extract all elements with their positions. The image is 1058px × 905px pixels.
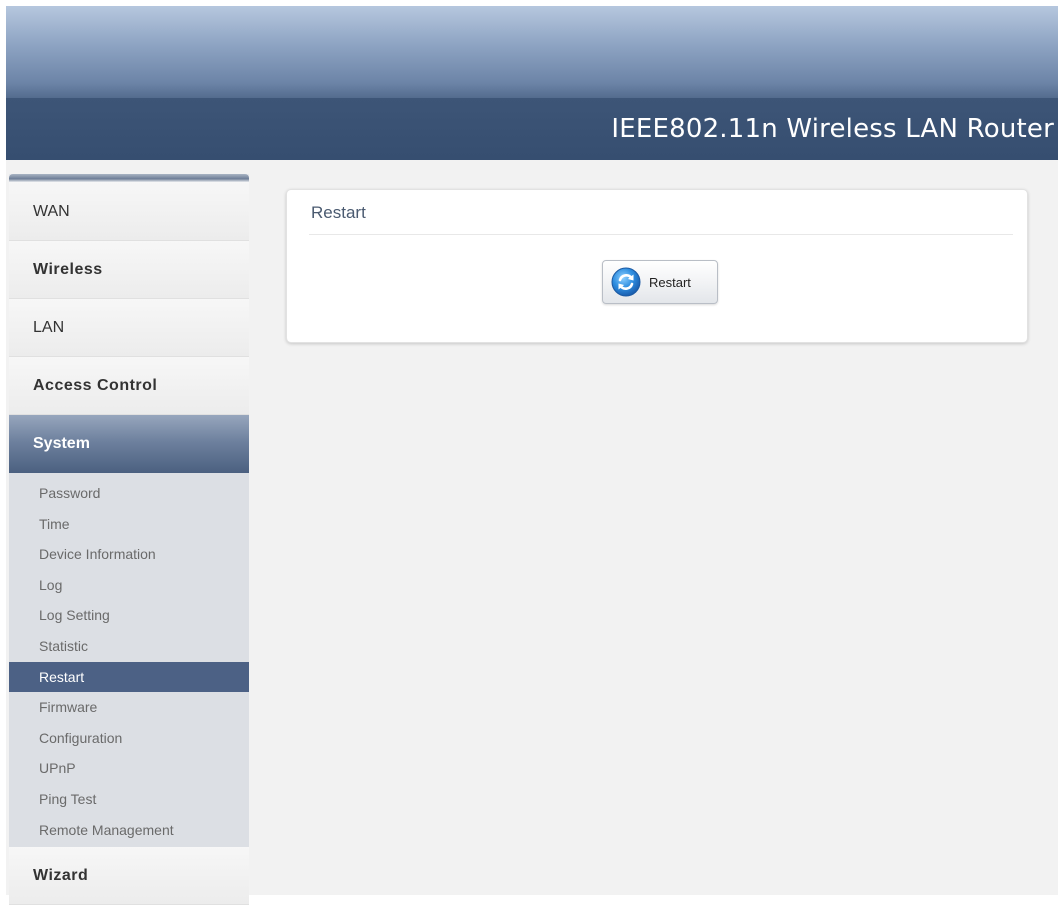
submenu-item-password[interactable]: Password: [9, 478, 249, 509]
restart-panel: Restart Restart: [286, 189, 1028, 343]
restart-button-label: Restart: [649, 274, 691, 290]
panel-title: Restart: [311, 203, 366, 222]
restart-button[interactable]: Restart: [602, 260, 718, 304]
sidebar: WAN Wireless LAN Access Control System P…: [9, 174, 249, 905]
submenu-item-upnp[interactable]: UPnP: [9, 753, 249, 784]
router-title: IEEE802.11n Wireless LAN Router: [611, 114, 1054, 144]
header-banner: IEEE802.11n Wireless LAN Router: [6, 6, 1058, 160]
sidebar-item-wan[interactable]: WAN: [9, 182, 249, 241]
panel-divider: [309, 234, 1013, 235]
restart-icon: [611, 267, 641, 297]
sidebar-item-access-control[interactable]: Access Control: [9, 357, 249, 415]
submenu-item-ping-test[interactable]: Ping Test: [9, 784, 249, 815]
submenu-item-restart[interactable]: Restart: [9, 661, 249, 693]
submenu-item-log-setting[interactable]: Log Setting: [9, 600, 249, 631]
submenu-item-statistic[interactable]: Statistic: [9, 631, 249, 662]
system-submenu: Password Time Device Information Log Log…: [9, 473, 249, 848]
sidebar-item-wireless[interactable]: Wireless: [9, 241, 249, 299]
submenu-item-log[interactable]: Log: [9, 570, 249, 601]
sidebar-item-lan[interactable]: LAN: [9, 299, 249, 357]
submenu-item-configuration[interactable]: Configuration: [9, 723, 249, 754]
submenu-item-remote-management[interactable]: Remote Management: [9, 815, 249, 846]
submenu-item-time[interactable]: Time: [9, 509, 249, 540]
submenu-item-firmware[interactable]: Firmware: [9, 692, 249, 723]
sidebar-item-system[interactable]: System: [9, 415, 249, 473]
sidebar-top-cap: [9, 174, 249, 182]
submenu-item-device-information[interactable]: Device Information: [9, 539, 249, 570]
sidebar-item-wizard[interactable]: Wizard: [9, 847, 249, 905]
